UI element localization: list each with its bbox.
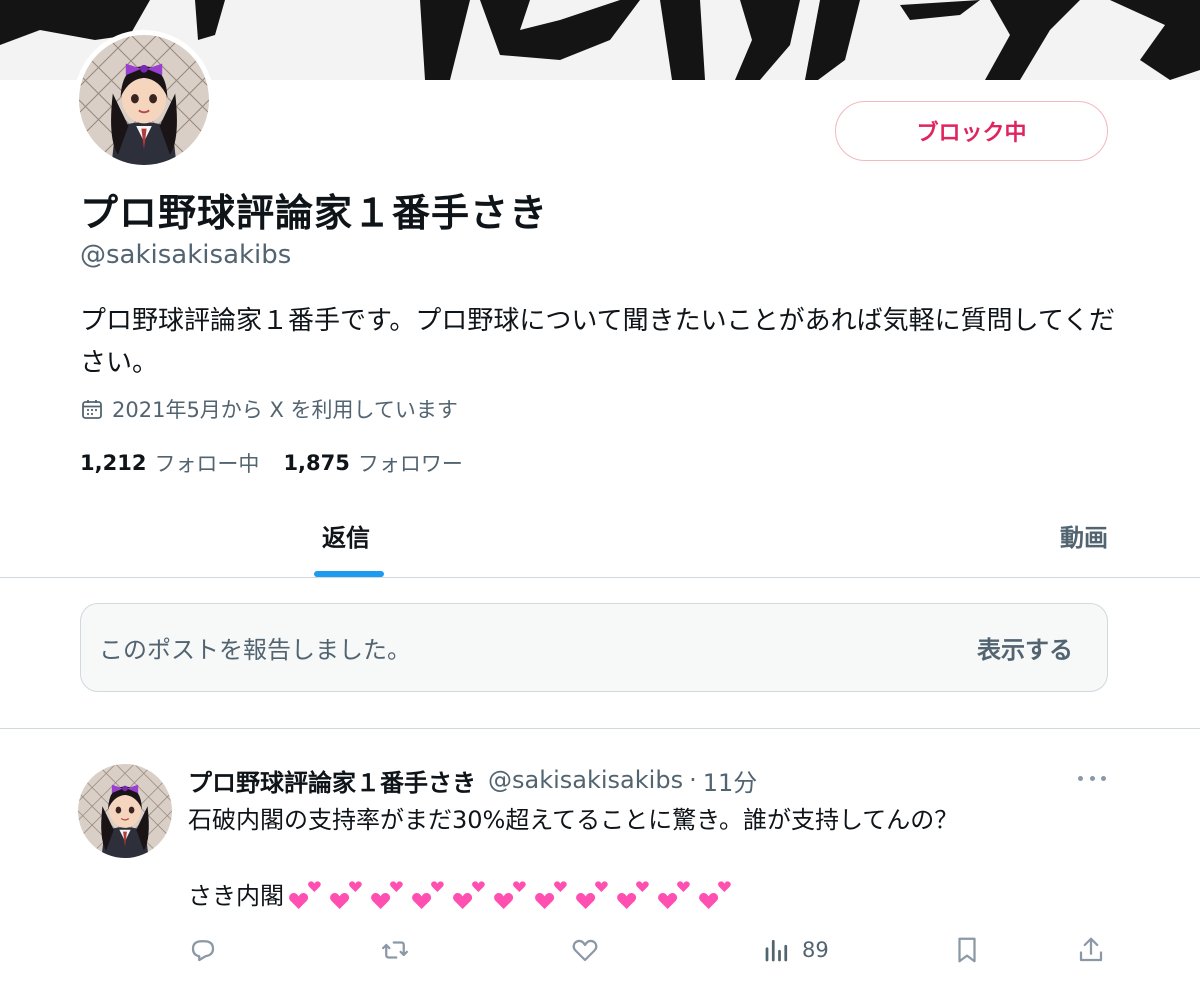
retweet-icon: [382, 941, 408, 959]
two-hearts-emoji: [412, 881, 444, 909]
retweet-button[interactable]: [380, 932, 410, 968]
bookmark-button[interactable]: [952, 932, 982, 968]
two-hearts-emoji: [535, 881, 567, 909]
two-hearts-emoji: [699, 881, 731, 909]
tweet-header: プロ野球評論家１番手さき @sakisakisakibs · 11分: [188, 760, 757, 800]
two-hearts-emoji: [658, 881, 690, 909]
joined-text: 2021年5月から X を利用しています: [112, 398, 458, 422]
profile-avatar[interactable]: [74, 30, 214, 170]
tab-replies[interactable]: 返信: [322, 518, 370, 553]
tweet-timestamp[interactable]: 11分: [703, 763, 758, 798]
profile-bio: プロ野球評論家１番手です。プロ野球について聞きたいことがあれば気軽に質問してくだ…: [80, 306, 1116, 378]
followers-count[interactable]: 1,875: [283, 451, 349, 475]
blocking-button[interactable]: ブロック中: [835, 101, 1108, 161]
following-label[interactable]: フォロー中: [154, 448, 259, 478]
two-hearts-emoji: [330, 881, 362, 909]
two-hearts-emoji: [617, 881, 649, 909]
more-options-icon[interactable]: [1074, 765, 1110, 791]
following-count[interactable]: 1,212: [80, 451, 146, 475]
tweet-author-name[interactable]: プロ野球評論家１番手さき: [188, 763, 476, 798]
views-icon: [765, 939, 788, 962]
two-hearts-emoji-row: [286, 878, 737, 914]
tweet-text-cabinet: さき内閣: [188, 882, 284, 910]
reported-notice-text: このポストを報告しました。: [99, 636, 411, 664]
post-divider: [0, 728, 1200, 729]
two-hearts-emoji: [371, 881, 403, 909]
two-hearts-emoji: [289, 881, 321, 909]
like-button[interactable]: [570, 932, 600, 968]
tab-videos[interactable]: 動画: [1060, 518, 1108, 553]
two-hearts-emoji: [453, 881, 485, 909]
two-hearts-emoji: [576, 881, 608, 909]
share-button[interactable]: [1076, 932, 1106, 968]
profile-handle: @sakisakisakibs: [80, 240, 292, 270]
views-button[interactable]: 89: [762, 932, 829, 968]
followers-label[interactable]: フォロワー: [358, 448, 463, 478]
reply-icon: [191, 940, 215, 962]
avatar-image: [78, 764, 172, 858]
share-icon: [1079, 937, 1103, 962]
tweet-avatar[interactable]: [78, 764, 172, 858]
like-icon: [572, 939, 598, 962]
two-hearts-emoji: [494, 881, 526, 909]
tweet-text-line-2: さき内閣: [188, 876, 737, 916]
reply-button[interactable]: [188, 932, 218, 968]
show-post-button[interactable]: 表示する: [977, 630, 1073, 665]
tweet-separator: ·: [689, 766, 697, 794]
tweet-text-line-1: 石破内閣の支持率がまだ30%超えてることに驚き。誰が支持してんの？: [188, 806, 959, 834]
tabs-divider: [0, 577, 1200, 578]
follow-stats: 1,212 フォロー中 1,875 フォロワー: [80, 448, 487, 478]
reported-post-notice: このポストを報告しました。 表示する: [80, 603, 1108, 692]
tweet-author-handle[interactable]: @sakisakisakibs: [488, 766, 683, 794]
joined-date: 2021年5月から X を利用しています: [80, 394, 458, 424]
bookmark-icon: [958, 937, 976, 963]
avatar-image: [79, 35, 209, 165]
profile-display-name: プロ野球評論家１番手さき: [80, 191, 549, 235]
calendar-icon: [82, 400, 102, 419]
views-count: 89: [802, 938, 829, 962]
